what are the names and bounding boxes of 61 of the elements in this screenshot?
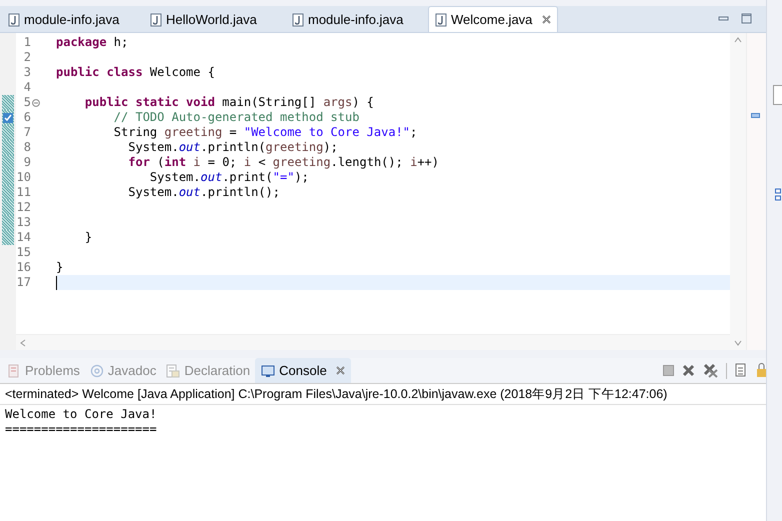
code-line: public static void main(String[] args) { bbox=[84, 95, 374, 110]
text-cursor bbox=[56, 276, 57, 290]
close-icon[interactable] bbox=[542, 15, 552, 24]
line-number: 13 bbox=[16, 215, 31, 230]
code-line: public class Welcome { bbox=[56, 65, 215, 80]
line-number: 15 bbox=[16, 245, 31, 260]
code-line: System.out.println(); bbox=[127, 185, 280, 200]
java-file-icon bbox=[150, 13, 162, 27]
collapse-icon[interactable] bbox=[32, 98, 40, 106]
line-number: 12 bbox=[16, 200, 31, 215]
document-icon bbox=[166, 364, 180, 378]
view-frame bbox=[773, 85, 782, 105]
outline-icon[interactable] bbox=[775, 188, 782, 202]
scroll-down-icon[interactable] bbox=[734, 340, 742, 346]
scroll-left-icon[interactable] bbox=[20, 338, 26, 346]
editor-tab[interactable]: Welcome.java bbox=[428, 6, 558, 32]
java-file-icon bbox=[8, 13, 20, 27]
remove-all-icon[interactable] bbox=[703, 363, 718, 378]
line-number: 7 bbox=[24, 125, 31, 140]
horizontal-scrollbar[interactable] bbox=[16, 334, 730, 350]
console-output: ===================== bbox=[5, 422, 158, 437]
line-number: 16 bbox=[16, 260, 31, 275]
java-file-icon bbox=[435, 12, 447, 26]
code-line: System.out.println(greeting); bbox=[127, 140, 338, 155]
line-number: 11 bbox=[16, 185, 31, 200]
code-line: String greeting = "Welcome to Core Java!"; bbox=[112, 125, 418, 140]
line-number: 3 bbox=[24, 65, 31, 80]
editor-tab[interactable]: module-info.java bbox=[286, 8, 428, 32]
code-line: for (int i = 0; i < greeting.length(); i++) bbox=[127, 155, 439, 170]
vertical-scrollbar[interactable] bbox=[730, 33, 746, 350]
close-icon[interactable] bbox=[336, 366, 345, 375]
remove-launch-icon[interactable] bbox=[682, 364, 695, 377]
document-icon[interactable] bbox=[735, 363, 748, 378]
console-output: Welcome to Core Java! bbox=[5, 407, 158, 422]
line-number: 6 bbox=[24, 110, 31, 125]
line-number: 5 bbox=[24, 95, 31, 110]
line-number: 4 bbox=[24, 80, 31, 95]
code-line: System.out.print("="); bbox=[148, 170, 309, 185]
console-header: <terminated> Welcome [Java Application] C:\Program Files\Java\jre-10.0.2\bin\javaw.exe (2018年9月2日 下午12:47:06) bbox=[0, 384, 766, 405]
editor-tab[interactable]: module-info.java bbox=[2, 8, 144, 32]
code-line: } bbox=[56, 260, 64, 275]
line-number: 2 bbox=[24, 50, 31, 65]
task-marker-icon bbox=[751, 113, 760, 118]
line-number: 14 bbox=[16, 230, 31, 245]
editor-tab[interactable]: HelloWorld.java bbox=[144, 8, 286, 32]
line-number: 17 bbox=[16, 275, 31, 290]
line-number: 10 bbox=[16, 170, 31, 185]
line-number: 9 bbox=[24, 155, 31, 170]
java-file-icon bbox=[292, 13, 304, 27]
lock-icon[interactable] bbox=[756, 363, 766, 378]
line-number: 1 bbox=[24, 35, 31, 50]
warning-list-icon bbox=[7, 364, 21, 378]
code-line: package h; bbox=[56, 35, 128, 50]
line-number: 8 bbox=[24, 140, 31, 155]
panel-tab[interactable]: Console bbox=[255, 358, 351, 383]
minimize-icon[interactable] bbox=[718, 14, 729, 22]
code-line: // TODO Auto-generated method stub bbox=[112, 110, 360, 125]
maximize-icon[interactable] bbox=[741, 13, 752, 24]
code-line: } bbox=[84, 230, 92, 245]
monitor-icon bbox=[261, 364, 276, 378]
scroll-up-icon[interactable] bbox=[734, 37, 742, 43]
